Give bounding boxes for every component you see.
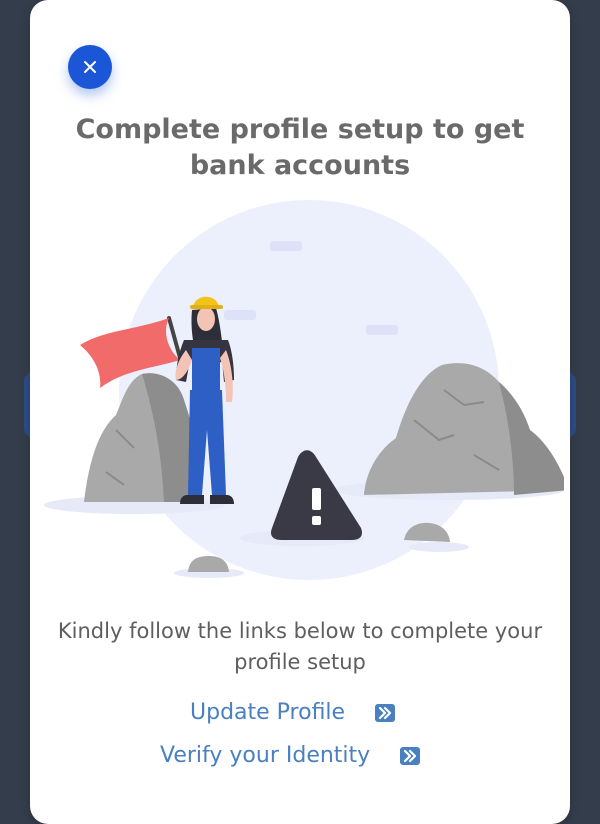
brick-shape — [224, 310, 256, 320]
verify-identity-label: Verify your Identity — [160, 743, 371, 768]
update-profile-label: Update Profile — [190, 700, 346, 725]
close-icon — [84, 61, 96, 73]
brick-shape — [270, 241, 302, 251]
double-chevron-right-icon — [400, 746, 421, 765]
close-button[interactable] — [68, 45, 112, 89]
worker-illustration — [44, 200, 564, 580]
update-profile-link[interactable]: Update Profile — [190, 700, 396, 725]
verify-identity-link[interactable]: Verify your Identity — [160, 743, 421, 768]
double-chevron-right-icon — [375, 703, 396, 722]
profile-setup-modal: Complete profile setup to get bank accou… — [30, 0, 570, 824]
instruction-text: Kindly follow the links below to complet… — [57, 619, 543, 674]
modal-title: Complete profile setup to get bank accou… — [75, 114, 525, 181]
brick-shape — [366, 325, 398, 335]
